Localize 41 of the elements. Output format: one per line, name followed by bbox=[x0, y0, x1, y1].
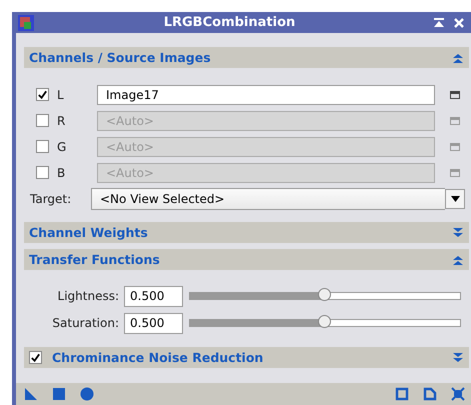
window-title: LRGBCombination bbox=[162, 15, 296, 30]
section-header[interactable]: Channels / Source Images bbox=[24, 47, 469, 68]
section-title: Channels / Source Images bbox=[29, 50, 212, 65]
square-icon[interactable] bbox=[52, 387, 66, 401]
slider-thumb[interactable] bbox=[318, 288, 331, 301]
checkbox[interactable] bbox=[29, 351, 42, 364]
document-icon[interactable] bbox=[423, 387, 437, 401]
section-title: Channel Weights bbox=[29, 225, 149, 240]
section-header[interactable]: Chrominance Noise Reduction bbox=[24, 347, 469, 368]
close-icon[interactable] bbox=[453, 16, 465, 28]
circle-icon[interactable] bbox=[80, 387, 94, 401]
collapse-chevron-icon[interactable] bbox=[453, 254, 463, 264]
image-field[interactable]: Image17 bbox=[97, 84, 435, 104]
app-icon bbox=[18, 14, 34, 30]
checkbox[interactable] bbox=[36, 166, 49, 179]
value-field[interactable]: 0.500 bbox=[124, 312, 183, 334]
channel-label: L bbox=[56, 88, 65, 102]
parameter-label: Saturation: bbox=[51, 316, 120, 330]
collapse-icon[interactable] bbox=[451, 387, 465, 401]
triangle-icon[interactable] bbox=[24, 387, 38, 401]
channel-label: B bbox=[56, 166, 66, 180]
slider-thumb[interactable] bbox=[318, 315, 331, 328]
parameter-label: Lightness: bbox=[56, 289, 120, 303]
square-outline-icon[interactable] bbox=[395, 387, 409, 401]
checkbox[interactable] bbox=[36, 140, 49, 153]
target-dropdown[interactable]: <No View Selected> bbox=[91, 188, 445, 210]
section-title: Transfer Functions bbox=[29, 252, 161, 267]
checkbox[interactable] bbox=[36, 114, 49, 127]
value-field[interactable]: 0.500 bbox=[124, 286, 183, 306]
collapse-chevron-icon[interactable] bbox=[453, 52, 463, 62]
checkbox[interactable] bbox=[36, 88, 49, 101]
shade-icon[interactable] bbox=[433, 16, 445, 28]
view-select-icon[interactable] bbox=[450, 90, 460, 98]
expand-chevron-icon[interactable] bbox=[453, 352, 463, 362]
channel-label: R bbox=[56, 114, 66, 128]
target-label: Target: bbox=[29, 192, 72, 206]
section-title: Chrominance Noise Reduction bbox=[52, 350, 264, 365]
section-header[interactable]: Channel Weights bbox=[24, 222, 469, 243]
expand-chevron-icon[interactable] bbox=[453, 228, 463, 238]
section-header[interactable]: Transfer Functions bbox=[24, 249, 469, 270]
channel-label: G bbox=[56, 140, 68, 154]
